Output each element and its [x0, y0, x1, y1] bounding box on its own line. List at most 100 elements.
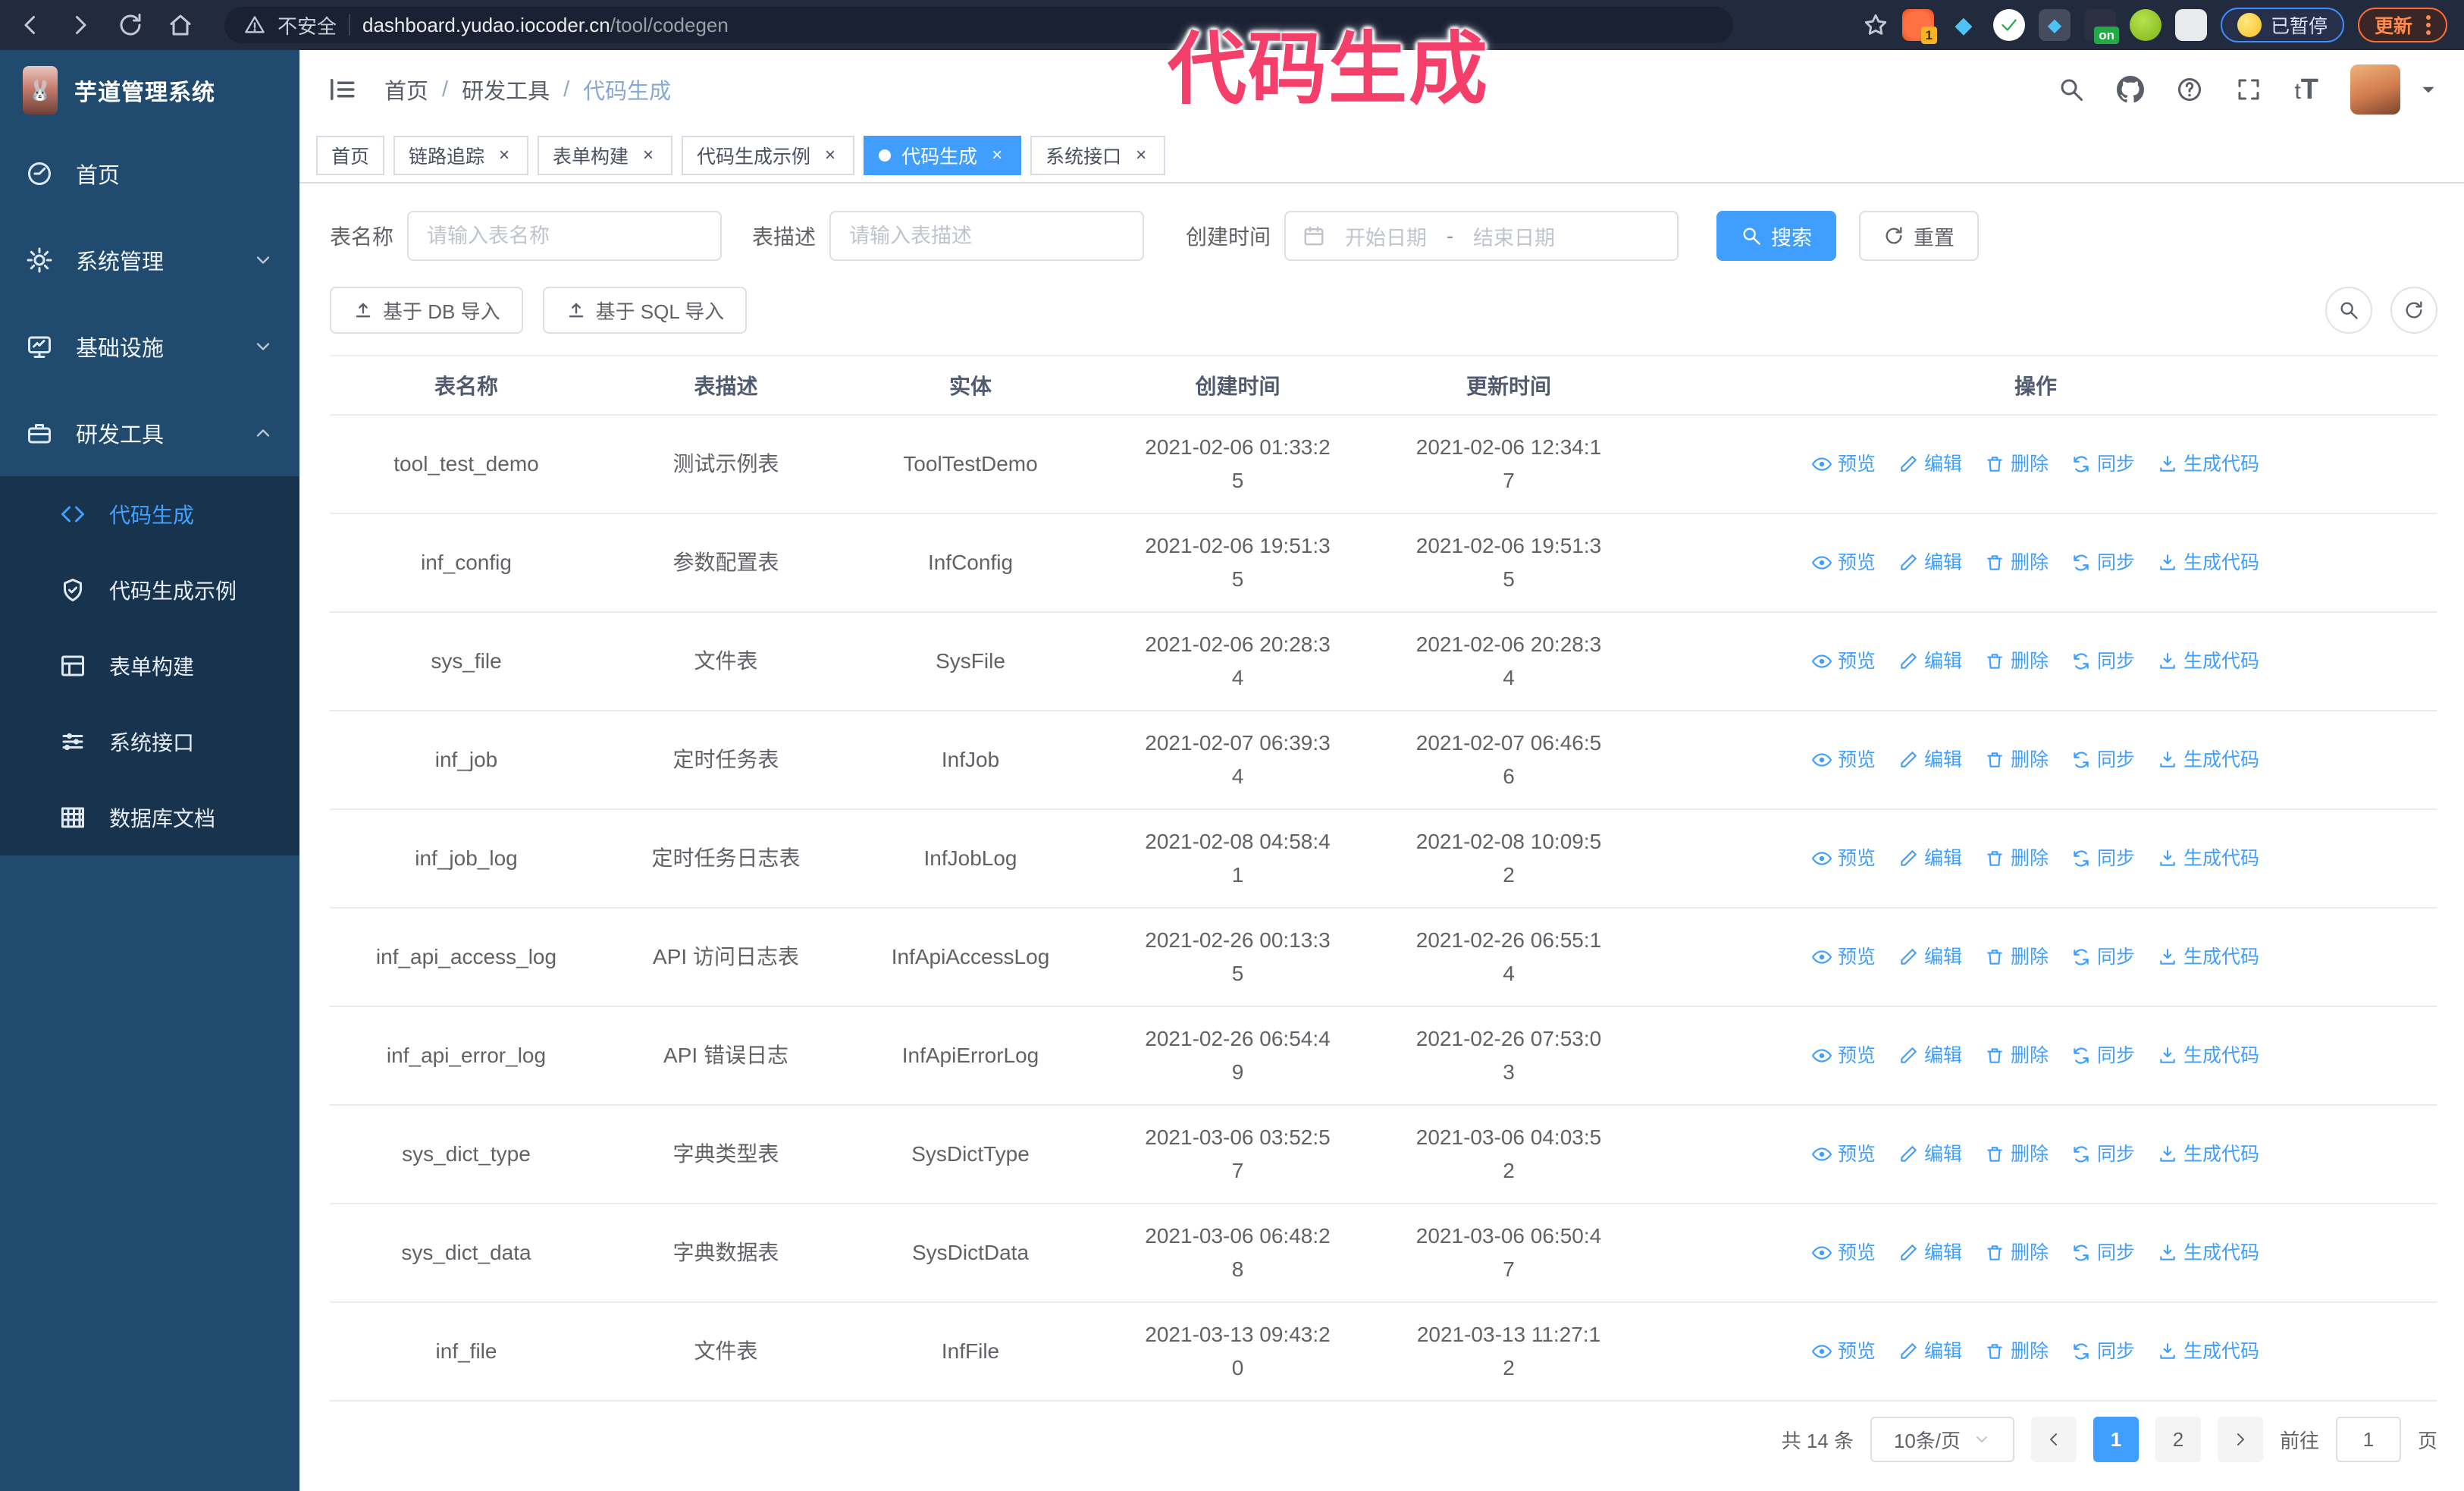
sync-link[interactable]: 同步 — [2071, 645, 2135, 678]
delete-link[interactable]: 删除 — [1985, 842, 2049, 875]
table-row[interactable]: sys_file 文件表 SysFile 2021-02-06 20:28:34… — [330, 612, 2437, 711]
forward-icon[interactable] — [67, 11, 94, 39]
edit-link[interactable]: 编辑 — [1898, 842, 1962, 875]
generate-code-link[interactable]: 生成代码 — [2158, 645, 2259, 678]
table-row[interactable]: inf_config 参数配置表 InfConfig 2021-02-06 19… — [330, 513, 2437, 613]
sync-link[interactable]: 同步 — [2071, 842, 2135, 875]
preview-link[interactable]: 预览 — [1811, 842, 1876, 875]
preview-link[interactable]: 预览 — [1811, 1236, 1876, 1270]
edit-link[interactable]: 编辑 — [1898, 1236, 1962, 1270]
sidebar-item-form-builder[interactable]: 表单构建 — [0, 628, 299, 704]
url-path[interactable]: /tool/codegen — [610, 14, 729, 36]
generate-code-link[interactable]: 生成代码 — [2158, 743, 2259, 777]
preview-link[interactable]: 预览 — [1811, 546, 1876, 579]
preview-link[interactable]: 预览 — [1811, 1335, 1876, 1368]
table-row[interactable]: sys_dict_type 字典类型表 SysDictType 2021-03-… — [330, 1105, 2437, 1204]
sync-link[interactable]: 同步 — [2071, 546, 2135, 579]
breadcrumb-home[interactable]: 首页 — [384, 74, 428, 105]
search-button[interactable]: 搜索 — [1716, 211, 1837, 261]
extension-icon-android[interactable] — [2129, 9, 2161, 41]
delete-link[interactable]: 删除 — [1985, 546, 2049, 579]
preview-link[interactable]: 预览 — [1811, 743, 1876, 777]
import-db-button[interactable]: 基于 DB 导入 — [330, 287, 523, 334]
close-icon[interactable] — [988, 146, 1006, 165]
sync-link[interactable]: 同步 — [2071, 940, 2135, 974]
search-icon[interactable] — [2058, 76, 2085, 103]
close-icon[interactable] — [1132, 146, 1150, 165]
table-row[interactable]: inf_api_error_log API 错误日志 InfApiErrorLo… — [330, 1006, 2437, 1106]
sidebar-item-codegen[interactable]: 代码生成 — [0, 476, 299, 552]
home-icon[interactable] — [167, 11, 194, 39]
import-sql-button[interactable]: 基于 SQL 导入 — [542, 287, 748, 334]
close-icon[interactable] — [639, 146, 657, 165]
table-row[interactable]: tool_test_demo 测试示例表 ToolTestDemo 2021-0… — [330, 415, 2437, 514]
edit-link[interactable]: 编辑 — [1898, 546, 1962, 579]
generate-code-link[interactable]: 生成代码 — [2158, 546, 2259, 579]
generate-code-link[interactable]: 生成代码 — [2158, 1138, 2259, 1171]
sidebar-item-system[interactable]: 系统管理 — [0, 217, 299, 303]
back-icon[interactable] — [17, 11, 44, 39]
avatar[interactable] — [2350, 64, 2400, 115]
extension-icon-orange[interactable]: 1 — [1901, 9, 1937, 44]
delete-link[interactable]: 删除 — [1985, 1236, 2049, 1270]
sidebar-item-devtools[interactable]: 研发工具 — [0, 390, 299, 476]
fullscreen-icon[interactable] — [2235, 76, 2262, 103]
sidebar-item-home[interactable]: 首页 — [0, 130, 299, 217]
preview-link[interactable]: 预览 — [1811, 940, 1876, 974]
delete-link[interactable]: 删除 — [1985, 447, 2049, 481]
url-host[interactable]: dashboard.yudao.iocoder.cn — [362, 14, 610, 36]
page-size-select[interactable]: 10条/页 — [1870, 1417, 2014, 1462]
tab-codegen[interactable]: 代码生成 — [864, 136, 1022, 175]
sync-link[interactable]: 同步 — [2071, 1138, 2135, 1171]
delete-link[interactable]: 删除 — [1985, 743, 2049, 777]
sidebar-item-infra[interactable]: 基础设施 — [0, 303, 299, 390]
extension-icon-puzzle[interactable] — [2174, 9, 2207, 41]
edit-link[interactable]: 编辑 — [1898, 743, 1962, 777]
delete-link[interactable]: 删除 — [1985, 1138, 2049, 1171]
delete-link[interactable]: 删除 — [1985, 1039, 2049, 1072]
edit-link[interactable]: 编辑 — [1898, 940, 1962, 974]
edit-link[interactable]: 编辑 — [1898, 1138, 1962, 1171]
page-button-1[interactable]: 1 — [2093, 1417, 2139, 1462]
preview-link[interactable]: 预览 — [1811, 447, 1876, 481]
delete-link[interactable]: 删除 — [1985, 645, 2049, 678]
generate-code-link[interactable]: 生成代码 — [2158, 1236, 2259, 1270]
generate-code-link[interactable]: 生成代码 — [2158, 1039, 2259, 1072]
sidebar-item-db-docs[interactable]: 数据库文档 — [0, 780, 299, 855]
reload-icon[interactable] — [117, 11, 144, 39]
sync-link[interactable]: 同步 — [2071, 447, 2135, 481]
tab-tracing[interactable]: 链路追踪 — [393, 136, 529, 175]
edit-link[interactable]: 编辑 — [1898, 645, 1962, 678]
tab-system-api[interactable]: 系统接口 — [1030, 136, 1166, 175]
tab-form-builder[interactable]: 表单构建 — [538, 136, 673, 175]
tab-home[interactable]: 首页 — [316, 136, 385, 175]
edit-link[interactable]: 编辑 — [1898, 1335, 1962, 1368]
edit-link[interactable]: 编辑 — [1898, 447, 1962, 481]
generate-code-link[interactable]: 生成代码 — [2158, 1335, 2259, 1368]
close-icon[interactable] — [821, 146, 839, 165]
profile-paused-badge[interactable]: 已暂停 — [2220, 8, 2344, 42]
logo-row[interactable]: 🐰 芋道管理系统 — [0, 50, 299, 130]
address-bar[interactable]: 不安全 dashboard.yudao.iocoder.cn/tool/code… — [224, 7, 1733, 43]
generate-code-link[interactable]: 生成代码 — [2158, 447, 2259, 481]
delete-link[interactable]: 删除 — [1985, 1335, 2049, 1368]
avatar-caret-icon[interactable] — [2419, 80, 2438, 99]
preview-link[interactable]: 预览 — [1811, 1039, 1876, 1072]
extension-icon-check[interactable] — [1992, 9, 2025, 41]
sync-link[interactable]: 同步 — [2071, 743, 2135, 777]
extension-icon-grid[interactable]: ◆ — [2038, 9, 2071, 41]
preview-link[interactable]: 预览 — [1811, 645, 1876, 678]
start-date-placeholder[interactable]: 开始日期 — [1345, 221, 1427, 251]
help-icon[interactable] — [2176, 76, 2203, 103]
toggle-search-button[interactable] — [2325, 287, 2372, 334]
edit-link[interactable]: 编辑 — [1898, 1039, 1962, 1072]
prev-page-button[interactable] — [2030, 1417, 2077, 1462]
tab-codegen-demo[interactable]: 代码生成示例 — [682, 136, 855, 175]
generate-code-link[interactable]: 生成代码 — [2158, 940, 2259, 974]
sidebar-item-system-api[interactable]: 系统接口 — [0, 704, 299, 780]
table-name-input[interactable] — [407, 211, 723, 261]
security-label[interactable]: 不安全 — [277, 11, 337, 39]
sync-link[interactable]: 同步 — [2071, 1236, 2135, 1270]
breadcrumb-devtools[interactable]: 研发工具 — [462, 74, 550, 105]
date-range-picker[interactable]: 开始日期 - 结束日期 — [1284, 211, 1679, 261]
